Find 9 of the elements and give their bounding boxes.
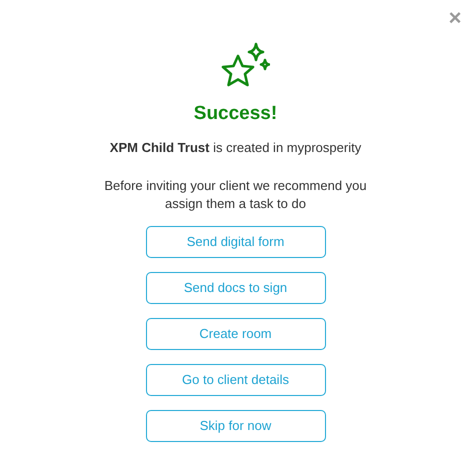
close-button[interactable]: ×	[445, 6, 465, 30]
success-title: Success!	[194, 102, 278, 126]
action-button[interactable]: Skip for now	[146, 410, 326, 442]
created-message: XPM Child Trust is created in myprosperity	[110, 138, 362, 157]
action-button[interactable]: Send digital form	[146, 226, 326, 258]
action-button[interactable]: Go to client details	[146, 364, 326, 396]
action-button[interactable]: Send docs to sign	[146, 272, 326, 304]
recommendation-text: Before inviting your client we recommend you assign them a task to do	[103, 177, 368, 213]
action-button[interactable]: Create room	[146, 318, 326, 350]
